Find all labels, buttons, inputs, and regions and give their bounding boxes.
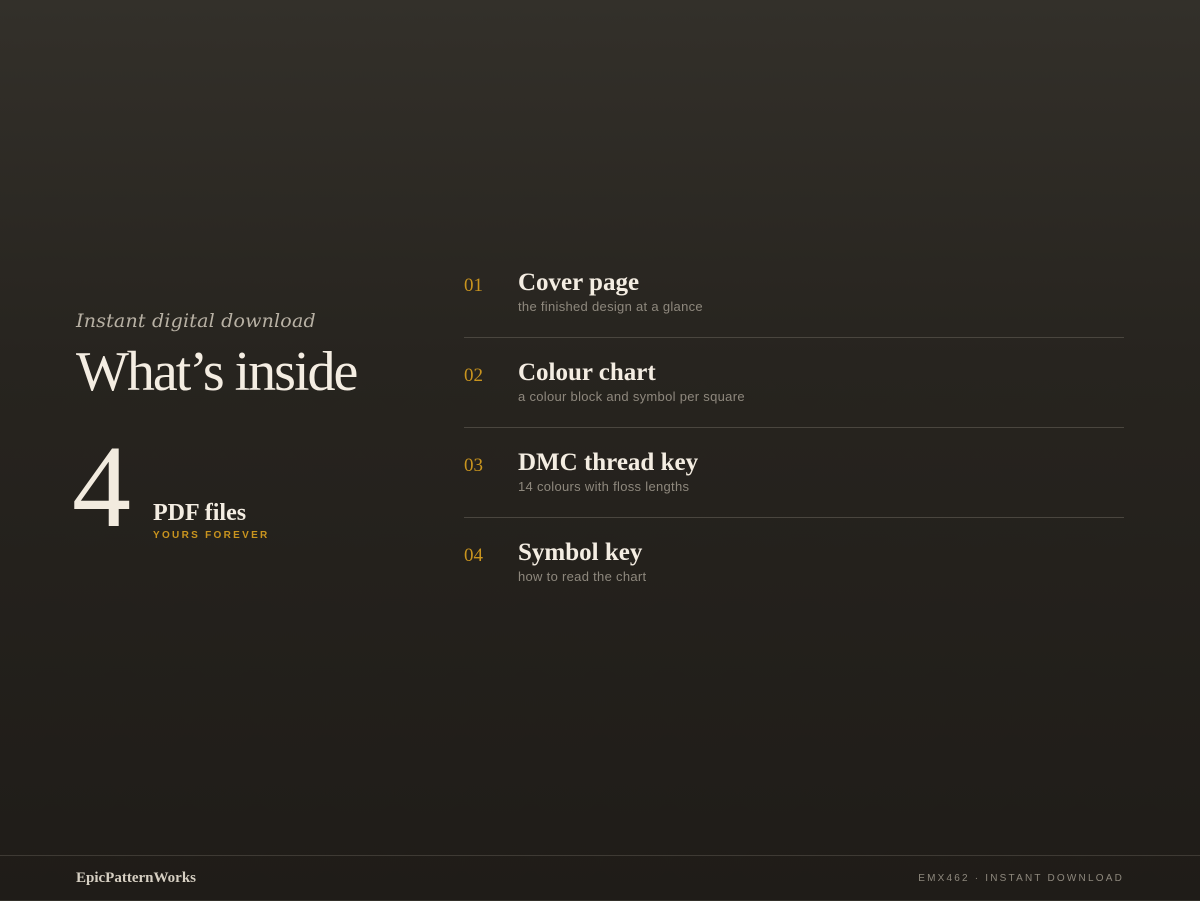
footer: EpicPatternWorks EMX462 · INSTANT DOWNLO…	[0, 855, 1200, 901]
file-count-number: 4	[72, 421, 131, 552]
list-item: 01 Cover page the finished design at a g…	[464, 248, 1124, 338]
footer-meta: EMX462 · INSTANT DOWNLOAD	[918, 873, 1124, 884]
item-number: 01	[464, 275, 483, 296]
page-title: What’s inside	[76, 341, 358, 403]
item-title: Colour chart	[518, 359, 656, 386]
item-number: 03	[464, 455, 483, 476]
contents-list: 01 Cover page the finished design at a g…	[464, 248, 1124, 607]
item-description: 14 colours with floss lengths	[518, 479, 690, 494]
item-number: 02	[464, 365, 483, 386]
brand-name: EpicPatternWorks	[76, 870, 196, 886]
list-item: 04 Symbol key how to read the chart	[464, 518, 1124, 607]
file-count-label: PDF files	[153, 500, 247, 526]
eyebrow-text: Instant digital download	[76, 310, 316, 332]
item-title: Symbol key	[518, 539, 643, 566]
item-description: a colour block and symbol per square	[518, 389, 745, 404]
file-count-block: 4 PDF files YOURS FOREVER	[72, 428, 416, 548]
list-item: 02 Colour chart a colour block and symbo…	[464, 338, 1124, 428]
file-count-text: PDF files YOURS FOREVER	[153, 500, 270, 541]
file-count-subtitle: YOURS FOREVER	[153, 530, 270, 541]
item-number: 04	[464, 545, 483, 566]
item-title: Cover page	[518, 269, 640, 296]
item-description: the finished design at a glance	[518, 299, 703, 314]
hero-section: Instant digital download What’s inside 4…	[72, 308, 416, 548]
item-title: DMC thread key	[518, 449, 699, 476]
list-item: 03 DMC thread key 14 colours with floss …	[464, 428, 1124, 518]
item-description: how to read the chart	[518, 569, 647, 584]
